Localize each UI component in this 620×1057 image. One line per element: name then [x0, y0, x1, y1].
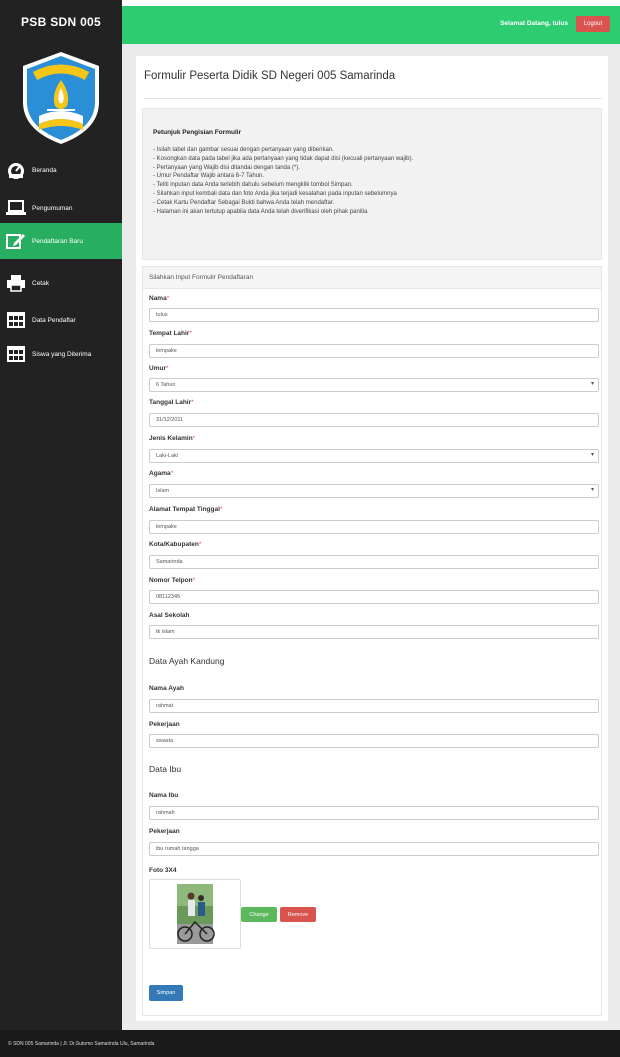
- pekerjaan-ibu-label: Pekerjaan: [149, 828, 180, 835]
- laptop-icon: [6, 200, 26, 215]
- footer: © SDN 005 Samarinda | Jl. Dr.Sutomo Sama…: [0, 1030, 620, 1057]
- sidebar-item-siswa-diterima[interactable]: Siswa yang Diterima: [0, 336, 122, 372]
- umur-label: Umur*: [149, 365, 169, 372]
- top-bar: Selamat Datang, tulus Logout: [122, 6, 620, 44]
- chevron-down-icon: ▾: [590, 452, 594, 458]
- page-title: Formulir Peserta Didik SD Negeri 005 Sam…: [144, 70, 396, 82]
- remove-photo-button[interactable]: Remove: [280, 907, 316, 922]
- table-icon: [7, 346, 25, 362]
- pekerjaan-ayah-label: Pekerjaan: [149, 721, 180, 728]
- sidebar-item-label: Pengumuman: [32, 204, 73, 212]
- agama-select[interactable]: Islam ▾: [149, 484, 599, 498]
- agama-selected-value: Islam: [156, 488, 170, 494]
- instruction-item: - Isilah tabel dan gambar sesuai dengan …: [153, 147, 334, 153]
- instruction-item: - Umur Pendaftar Wajib antara 6-7 Tahun.: [153, 173, 265, 180]
- instructions-title: Petunjuk Pengisian Formulir: [153, 129, 242, 136]
- instructions-box: Petunjuk Pengisian Formulir - Isilah tab…: [142, 108, 602, 260]
- dashboard-icon: [8, 163, 24, 179]
- student-photo: [150, 880, 240, 948]
- nama-ayah-input[interactable]: [149, 699, 599, 713]
- table-icon: [7, 312, 25, 328]
- printer-icon: [7, 275, 25, 292]
- foto-label: Foto 3X4: [149, 867, 177, 874]
- tempat-lahir-input[interactable]: [149, 344, 599, 358]
- sidebar-item-label: Beranda: [32, 166, 57, 174]
- alamat-input[interactable]: [149, 520, 599, 534]
- tanggal-lahir-input[interactable]: [149, 413, 599, 427]
- agama-label: Agama*: [149, 470, 174, 477]
- registration-form: Silahkan Input Formulir Pendaftaran Nama…: [142, 266, 602, 1016]
- chevron-down-icon: ▾: [590, 381, 594, 387]
- umur-selected-value: 6 Tahun: [156, 382, 176, 388]
- photo-preview[interactable]: [149, 879, 241, 949]
- save-button[interactable]: Simpan: [149, 985, 183, 1001]
- nama-ibu-label: Nama Ibu: [149, 792, 179, 799]
- nama-input[interactable]: [149, 308, 599, 322]
- pekerjaan-ibu-input[interactable]: [149, 842, 599, 856]
- section-title-ayah: Data Ayah Kandung: [149, 656, 225, 666]
- instruction-item: - Kosongkan data pada tabel jika ada per…: [153, 155, 414, 162]
- tempat-lahir-label: Tempat Lahir*: [149, 330, 192, 337]
- instruction-item: - Halaman ini akan tertutup apabila data…: [153, 208, 368, 215]
- asal-sekolah-input[interactable]: [149, 625, 599, 639]
- nama-ibu-input[interactable]: [149, 806, 599, 820]
- telpon-label: Nomor Telpon*: [149, 577, 196, 584]
- logout-button[interactable]: Logout: [576, 16, 610, 32]
- edit-icon: [6, 234, 25, 249]
- welcome-text: Selamat Datang, tulus: [500, 20, 568, 27]
- sidebar-item-label: Pendaftaran Baru: [32, 237, 83, 245]
- telpon-input[interactable]: [149, 590, 599, 604]
- jenis-kelamin-label: Jenis Kelamin*: [149, 435, 196, 442]
- jenis-kelamin-select[interactable]: Laki-Laki ▾: [149, 449, 599, 463]
- form-container: Formulir Peserta Didik SD Negeri 005 Sam…: [136, 56, 608, 1021]
- nama-ayah-label: Nama Ayah: [149, 685, 184, 692]
- pekerjaan-ayah-input[interactable]: [149, 734, 599, 748]
- sidebar-item-cetak[interactable]: Cetak: [0, 265, 122, 301]
- section-title-ibu: Data Ibu: [149, 764, 182, 774]
- chevron-down-icon: ▾: [590, 487, 594, 493]
- main-content: Formulir Peserta Didik SD Negeri 005 Sam…: [122, 44, 620, 1030]
- alamat-label: Alamat Tempat Tinggal*: [149, 506, 223, 513]
- title-divider: [144, 98, 602, 99]
- sidebar-item-beranda[interactable]: Beranda: [0, 152, 122, 188]
- asal-sekolah-label: Asal Sekolah: [149, 612, 190, 619]
- instruction-item: - Silahkan input kembali data dan foto A…: [153, 190, 397, 197]
- jenis-kelamin-selected-value: Laki-Laki: [156, 453, 179, 459]
- sidebar-item-label: Data Pendaftar: [32, 316, 76, 324]
- tut-wuri-logo: [0, 44, 122, 152]
- form-heading: Silahkan Input Formulir Pendaftaran: [143, 267, 601, 289]
- instruction-item: - Cetak Kartu Pendaftar Sebagai Bukti ba…: [153, 199, 335, 206]
- sidebar-item-label: Cetak: [32, 279, 49, 287]
- sidebar-item-pendaftaran-baru[interactable]: Pendaftaran Baru: [0, 223, 122, 259]
- sidebar-item-pengumuman[interactable]: Pengumuman: [0, 190, 122, 226]
- umur-select[interactable]: 6 Tahun ▾: [149, 378, 599, 392]
- brand-title[interactable]: PSB SDN 005: [0, 0, 122, 44]
- kota-input[interactable]: [149, 555, 599, 569]
- instructions-list: - Isilah tabel dan gambar sesuai dengan …: [153, 146, 591, 216]
- sidebar: PSB SDN 005 Beranda Pengumuman Pendaftar…: [0, 0, 122, 1030]
- kota-label: Kota/Kabupaten*: [149, 541, 202, 548]
- instruction-item: - Pertanyaan yang Wajib disi ditandai de…: [153, 164, 300, 171]
- sidebar-item-data-pendaftar[interactable]: Data Pendaftar: [0, 302, 122, 338]
- sidebar-item-label: Siswa yang Diterima: [32, 350, 92, 358]
- tanggal-lahir-label: Tanggal Lahir*: [149, 399, 194, 406]
- instruction-item: - Teliti inputan data Anda terlebih dahu…: [153, 182, 353, 189]
- nama-label: Nama*: [149, 295, 170, 302]
- change-photo-button[interactable]: Change: [241, 907, 277, 922]
